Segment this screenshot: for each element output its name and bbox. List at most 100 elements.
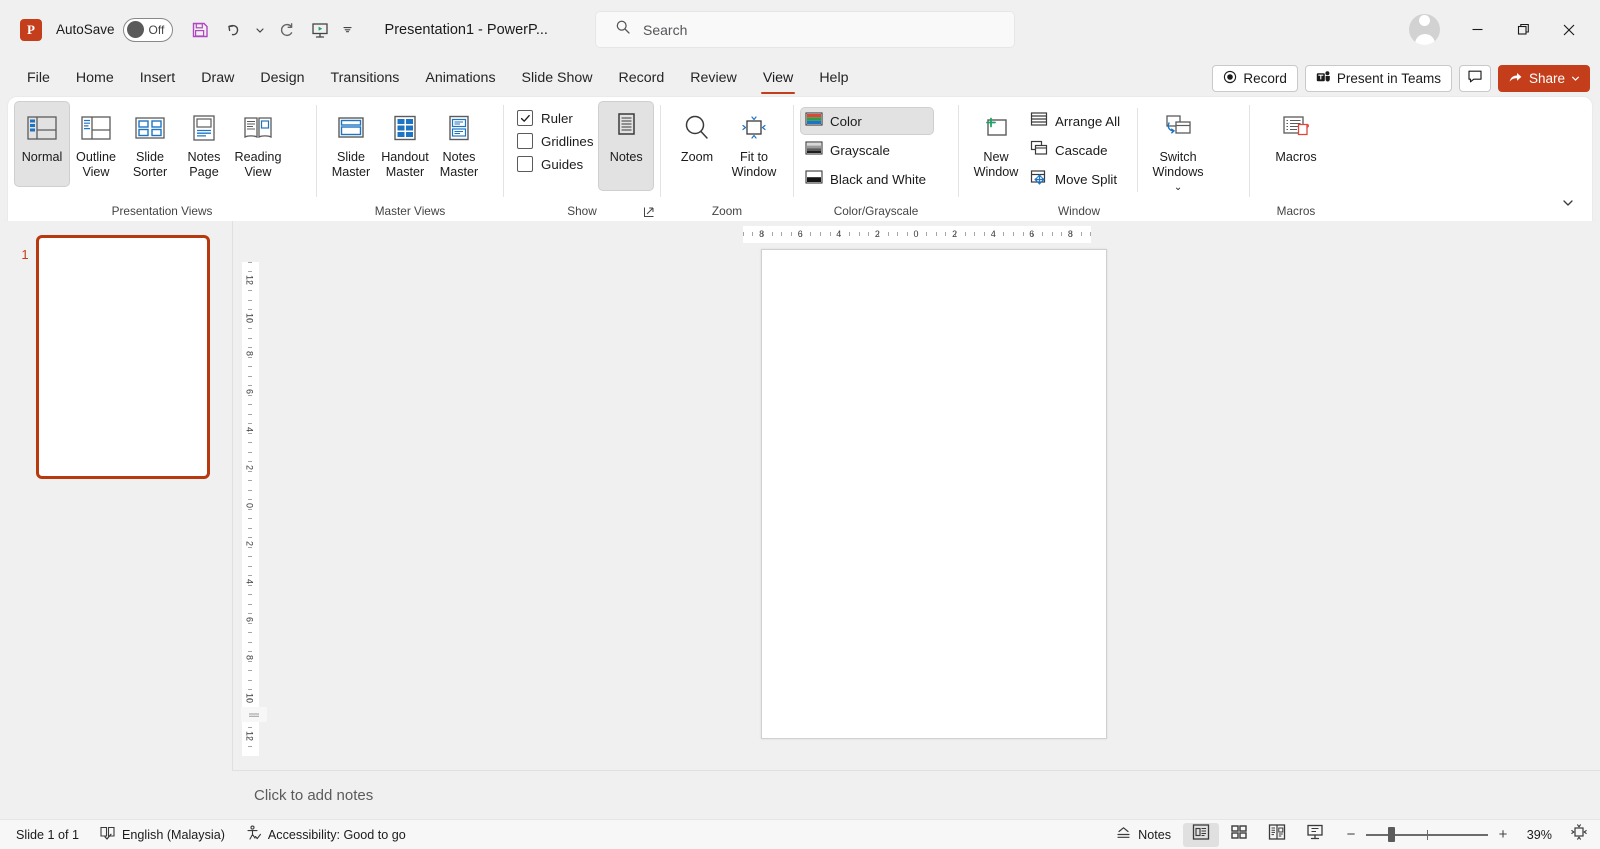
ruler-tick bbox=[1051, 232, 1053, 236]
reading-view-icon bbox=[241, 108, 275, 148]
zoom-out-button[interactable]: − bbox=[1345, 826, 1357, 843]
zoom-in-button[interactable]: + bbox=[1497, 826, 1509, 843]
normal-view-status-button[interactable] bbox=[1183, 822, 1219, 847]
slide-thumbnail-pane[interactable]: 1 bbox=[0, 221, 232, 771]
ruler-tick bbox=[248, 518, 252, 519]
outline-view-label: Outline View bbox=[76, 150, 116, 179]
tab-home[interactable]: Home bbox=[63, 59, 127, 97]
slide-sorter-button[interactable]: Slide Sorter bbox=[123, 102, 177, 186]
color-mode-button[interactable]: Color bbox=[801, 108, 934, 134]
black-and-white-mode-button[interactable]: Black and White bbox=[801, 166, 933, 192]
thumbnail-item[interactable]: 1 bbox=[0, 235, 232, 479]
new-window-button[interactable]: New Window bbox=[966, 102, 1026, 186]
ruler-tick bbox=[752, 232, 754, 236]
notes-master-button[interactable]: Notes Master bbox=[432, 102, 486, 186]
ruler-tick bbox=[248, 736, 252, 738]
comments-button[interactable] bbox=[1458, 64, 1491, 92]
accessibility-status[interactable]: Accessibility: Good to go bbox=[235, 823, 416, 847]
tab-review[interactable]: Review bbox=[677, 59, 750, 97]
tab-help[interactable]: Help bbox=[806, 59, 861, 97]
tab-transitions[interactable]: Transitions bbox=[318, 59, 413, 97]
avatar[interactable] bbox=[1409, 14, 1440, 45]
slide-thumbnail[interactable] bbox=[36, 235, 210, 479]
normal-view-button[interactable]: Normal bbox=[15, 102, 69, 186]
show-dialog-launcher-icon[interactable] bbox=[642, 205, 656, 219]
zoom-slider-handle[interactable] bbox=[1388, 827, 1395, 842]
slide-master-button[interactable]: Slide Master bbox=[324, 102, 378, 186]
restore-icon[interactable] bbox=[1500, 8, 1546, 52]
powerpoint-window: P AutoSave Off Presentation1 - PowerP...… bbox=[0, 0, 1600, 849]
status-bar-right: Notes − + 39% bbox=[1105, 822, 1594, 847]
notes-placeholder: Click to add notes bbox=[254, 786, 374, 804]
switch-windows-label: Switch Windows ⌄ bbox=[1148, 150, 1208, 196]
reading-view-status-button[interactable] bbox=[1259, 823, 1295, 847]
slide-sorter-status-icon bbox=[1229, 823, 1249, 846]
handout-master-button[interactable]: Handout Master bbox=[378, 102, 432, 186]
record-button[interactable]: Record bbox=[1212, 64, 1298, 92]
cascade-button[interactable]: Cascade bbox=[1026, 137, 1127, 163]
ruler-tick bbox=[248, 461, 252, 462]
slide-sorter-status-button[interactable] bbox=[1221, 823, 1257, 847]
tab-design[interactable]: Design bbox=[247, 59, 317, 97]
notes-icon bbox=[611, 108, 641, 148]
notes-status-button[interactable]: Notes bbox=[1105, 823, 1181, 847]
tab-record[interactable]: Record bbox=[606, 59, 678, 97]
autosave-toggle[interactable]: Off bbox=[122, 17, 173, 42]
notes-pane[interactable]: Click to add notes bbox=[0, 771, 1600, 819]
tab-file[interactable]: File bbox=[14, 59, 63, 97]
teams-icon bbox=[1316, 70, 1331, 87]
share-button[interactable]: Share bbox=[1497, 64, 1590, 92]
tab-view[interactable]: View bbox=[750, 59, 807, 97]
language-status[interactable]: English (Malaysia) bbox=[89, 823, 235, 847]
notes-resize-grip[interactable] bbox=[241, 707, 267, 722]
ruler-tick-label: 10 bbox=[244, 692, 255, 703]
slide-count-status[interactable]: Slide 1 of 1 bbox=[6, 823, 89, 847]
save-icon[interactable] bbox=[185, 14, 216, 45]
ruler-tick bbox=[964, 232, 966, 236]
reading-view-button[interactable]: Reading View bbox=[231, 102, 285, 186]
notes-toggle-button[interactable]: Notes bbox=[599, 102, 653, 190]
notes-page-button[interactable]: Notes Page bbox=[177, 102, 231, 186]
fit-slide-button[interactable] bbox=[1564, 823, 1594, 847]
arrange-all-button[interactable]: Arrange All bbox=[1026, 108, 1127, 134]
guides-checkbox[interactable]: Guides bbox=[517, 156, 593, 172]
redo-icon[interactable] bbox=[272, 14, 303, 45]
slide-show-status-button[interactable] bbox=[1297, 823, 1333, 847]
undo-icon[interactable] bbox=[218, 14, 249, 45]
zoom-button[interactable]: Zoom bbox=[670, 102, 724, 186]
close-icon[interactable] bbox=[1546, 8, 1592, 52]
gridlines-checkbox[interactable]: Gridlines bbox=[517, 133, 593, 149]
vertical-ruler[interactable]: 12 10 8 6 4 2 0 2 4 6 8 10 12 bbox=[241, 261, 259, 756]
switch-windows-button[interactable]: Switch Windows ⌄ bbox=[1148, 102, 1208, 196]
minimize-icon[interactable] bbox=[1454, 8, 1500, 52]
horizontal-ruler[interactable]: 864202468 bbox=[742, 225, 1091, 243]
start-presentation-icon[interactable] bbox=[305, 14, 336, 45]
tab-insert[interactable]: Insert bbox=[127, 59, 188, 97]
qat-more-icon[interactable] bbox=[338, 14, 357, 45]
ruler-tick bbox=[926, 232, 928, 236]
macros-button[interactable]: Macros bbox=[1269, 102, 1323, 186]
ruler-checkbox[interactable]: Ruler bbox=[517, 110, 593, 126]
outline-view-button[interactable]: Outline View bbox=[69, 102, 123, 186]
grayscale-mode-button[interactable]: Grayscale bbox=[801, 137, 933, 163]
vertical-scroll-arrows[interactable] bbox=[1587, 247, 1600, 770]
tab-slide-show[interactable]: Slide Show bbox=[509, 59, 606, 97]
ruler-tick bbox=[791, 232, 793, 236]
zoom-percent-label[interactable]: 39% bbox=[1518, 828, 1552, 842]
fit-to-window-button[interactable]: Fit to Window bbox=[724, 102, 784, 186]
search-input[interactable]: Search bbox=[595, 11, 1015, 48]
zoom-label: Zoom bbox=[680, 150, 714, 164]
tab-label: Record bbox=[618, 70, 665, 86]
tab-animations[interactable]: Animations bbox=[412, 59, 508, 97]
zoom-slider[interactable] bbox=[1366, 827, 1488, 843]
macros-icon bbox=[1279, 108, 1313, 148]
collapse-ribbon-icon[interactable] bbox=[1556, 191, 1580, 215]
ruler-tick bbox=[248, 261, 252, 263]
ruler-tick bbox=[1061, 232, 1063, 236]
present-in-teams-button[interactable]: Present in Teams bbox=[1304, 64, 1452, 92]
tab-draw[interactable]: Draw bbox=[188, 59, 247, 97]
tab-label: Help bbox=[819, 70, 849, 86]
slide-canvas[interactable] bbox=[760, 249, 1107, 739]
move-split-button[interactable]: Move Split bbox=[1026, 166, 1127, 192]
undo-chevron-down-icon[interactable] bbox=[251, 14, 270, 45]
